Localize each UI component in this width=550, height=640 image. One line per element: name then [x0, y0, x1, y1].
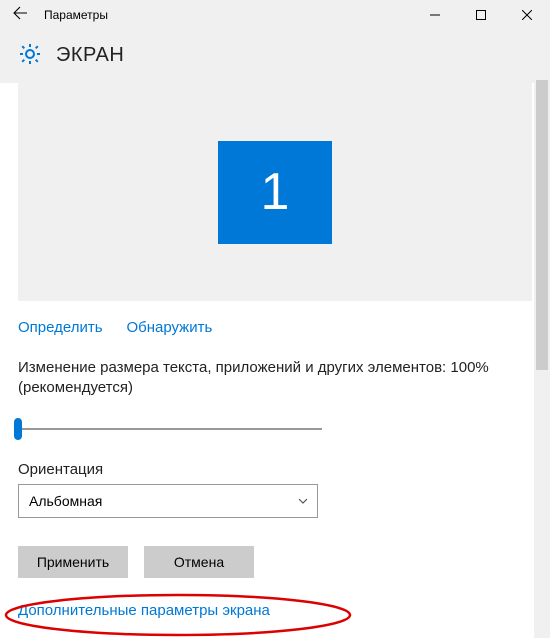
- orientation-select[interactable]: Альбомная: [18, 484, 318, 518]
- scale-section: Изменение размера текста, приложений и д…: [0, 336, 550, 399]
- scale-slider-wrap: [0, 399, 340, 441]
- slider-thumb[interactable]: [14, 418, 22, 440]
- monitor-tile-1[interactable]: 1: [218, 141, 332, 244]
- detect-link[interactable]: Обнаружить: [126, 319, 212, 336]
- window-controls: [412, 0, 550, 30]
- page-header: ЭКРАН: [0, 30, 550, 83]
- display-links: Определить Обнаружить: [0, 301, 550, 336]
- scrollbar-thumb[interactable]: [536, 80, 548, 370]
- scale-label: Изменение размера текста, приложений и д…: [18, 358, 532, 399]
- gear-icon: [18, 42, 42, 69]
- cancel-button[interactable]: Отмена: [144, 546, 254, 578]
- chevron-down-icon: [297, 495, 309, 507]
- content-area: 1 Определить Обнаружить Изменение размер…: [0, 83, 550, 619]
- orientation-select-wrap: Альбомная: [0, 484, 550, 518]
- back-button[interactable]: [0, 5, 40, 26]
- apply-button[interactable]: Применить: [18, 546, 128, 578]
- title-bar: Параметры: [0, 0, 550, 30]
- display-preview: 1: [18, 83, 532, 301]
- minimize-icon: [430, 10, 440, 20]
- back-arrow-icon: [12, 5, 28, 21]
- maximize-button[interactable]: [458, 0, 504, 30]
- close-button[interactable]: [504, 0, 550, 30]
- slider-track: [18, 428, 322, 430]
- scale-slider[interactable]: [18, 417, 322, 441]
- action-buttons: Применить Отмена: [0, 518, 550, 578]
- orientation-label: Ориентация: [0, 441, 550, 484]
- monitor-number: 1: [261, 162, 290, 222]
- orientation-value: Альбомная: [29, 493, 102, 509]
- advanced-display-settings-link[interactable]: Дополнительные параметры экрана: [18, 602, 270, 619]
- minimize-button[interactable]: [412, 0, 458, 30]
- window-title: Параметры: [40, 8, 412, 22]
- vertical-scrollbar[interactable]: [534, 80, 550, 638]
- identify-link[interactable]: Определить: [18, 319, 103, 336]
- maximize-icon: [476, 10, 486, 20]
- close-icon: [522, 10, 532, 20]
- advanced-link-wrap: Дополнительные параметры экрана: [0, 578, 550, 619]
- page-title: ЭКРАН: [56, 44, 124, 67]
